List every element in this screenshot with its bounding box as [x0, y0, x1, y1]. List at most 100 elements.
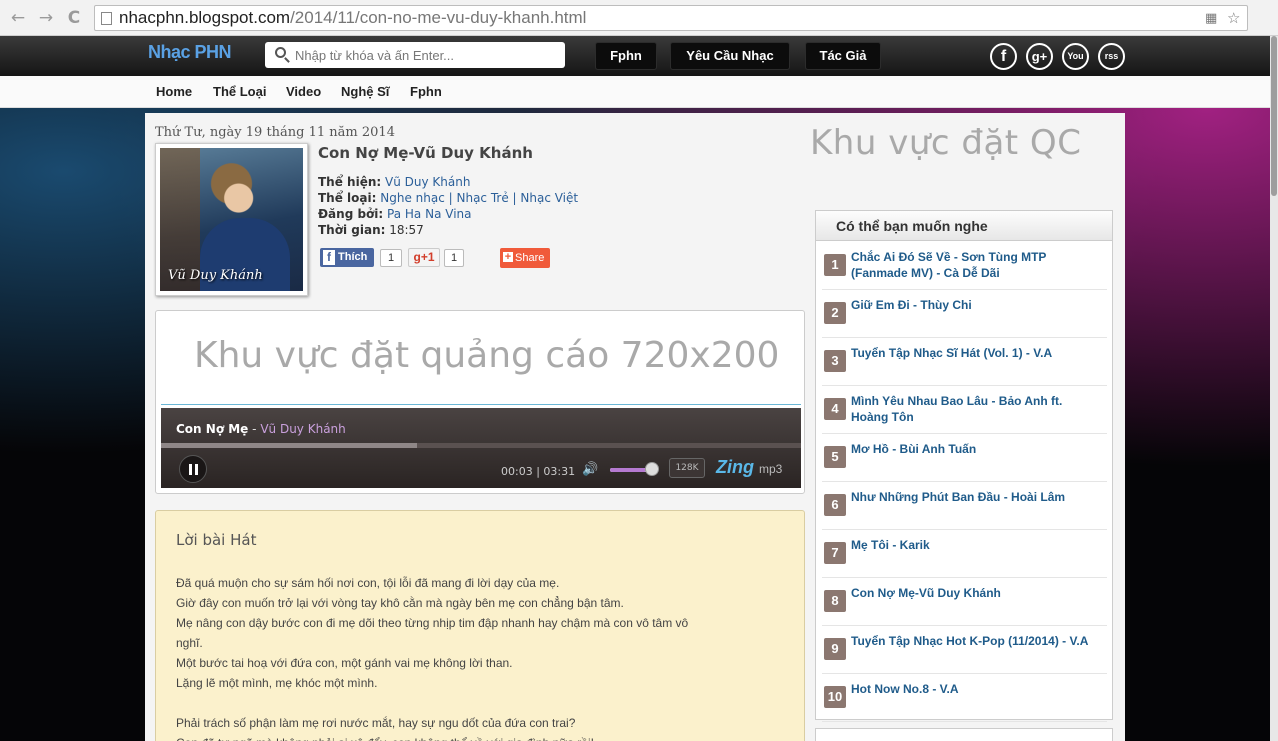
- menu-item-artists[interactable]: Nghệ Sĩ: [341, 84, 389, 99]
- suggested-item-link[interactable]: Như Những Phút Ban Đầu - Hoài Lâm: [851, 489, 1101, 505]
- youtube-icon[interactable]: You: [1062, 43, 1089, 70]
- sidebar-widget-next: [815, 728, 1113, 741]
- suggested-item[interactable]: 6 Như Những Phút Ban Đầu - Hoài Lâm: [822, 482, 1107, 530]
- volume-icon[interactable]: 🔊: [582, 462, 598, 477]
- playback-time: 00:03 | 03:31: [501, 465, 576, 478]
- reload-button[interactable]: C: [64, 8, 84, 28]
- zing-suffix: mp3: [759, 462, 783, 476]
- forward-button[interactable]: →: [36, 8, 56, 28]
- progress-fill: [161, 443, 417, 448]
- genre-links[interactable]: Nghe nhạc | Nhạc Trẻ | Nhạc Việt: [380, 191, 578, 205]
- suggested-item-link[interactable]: Chắc Ai Đó Sẽ Về - Sơn Tùng MTP (Fanmade…: [851, 249, 1101, 281]
- menu-item-video[interactable]: Video: [286, 84, 321, 99]
- post-time: 18:57: [389, 223, 424, 237]
- suggested-item-link[interactable]: Mình Yêu Nhau Bao Lâu - Bảo Anh ft. Hoàn…: [851, 393, 1101, 425]
- lyrics-title: Lời bài Hát: [176, 531, 257, 549]
- suggested-item[interactable]: 2 Giữ Em Đi - Thùy Chi: [822, 290, 1107, 338]
- menu-item-home[interactable]: Home: [156, 84, 192, 99]
- player-song: Con Nợ Mẹ: [176, 422, 249, 436]
- suggested-item[interactable]: 4 Mình Yêu Nhau Bao Lâu - Bảo Anh ft. Hoà…: [822, 386, 1107, 434]
- header-button-request[interactable]: Yêu Cầu Nhạc: [670, 42, 790, 70]
- zing-mp3-logo[interactable]: Zing mp3: [716, 457, 782, 478]
- suggested-item-link[interactable]: Con Nợ Mẹ-Vũ Duy Khánh: [851, 585, 1101, 601]
- share-button[interactable]: Share: [500, 248, 550, 268]
- side-ad-placeholder: Khu vực đặt QC: [810, 123, 1082, 163]
- meta-genre: Thể loại: Nghe nhạc | Nhạc Trẻ | Nhạc Vi…: [318, 191, 578, 205]
- suggested-item-number: 4: [824, 398, 846, 420]
- player-separator: -: [252, 422, 257, 436]
- suggested-songs: Có thể bạn muốn nghe 1 Chắc Ai Đó Sẽ Về -…: [815, 210, 1113, 722]
- meta-poster: Đăng bởi: Pa Ha Na Vina: [318, 207, 472, 221]
- suggested-item-link[interactable]: Hot Now No.8 - V.A: [851, 681, 1101, 697]
- like-count: 1: [380, 249, 402, 267]
- poster-link[interactable]: Pa Ha Na Vina: [387, 207, 471, 221]
- lyrics-line: Một bước tai hoạ với đứa con, một gánh v…: [176, 656, 513, 670]
- browser-toolbar: ← → C nhacphn.blogspot.com/2014/11/con-n…: [0, 0, 1278, 36]
- album-cover[interactable]: Vũ Duy Khánh: [155, 143, 308, 296]
- suggested-item[interactable]: 10 Hot Now No.8 - V.A: [822, 674, 1107, 722]
- scrollbar[interactable]: [1270, 36, 1278, 741]
- google-plus-icon[interactable]: g+: [1026, 43, 1053, 70]
- player-artist[interactable]: Vũ Duy Khánh: [260, 422, 345, 436]
- lyrics-line: [176, 693, 716, 713]
- header-button-author[interactable]: Tác Giả: [805, 42, 881, 70]
- rss-icon[interactable]: rss: [1098, 43, 1125, 70]
- lyrics-line: Mẹ nâng con dậy bước con đi mẹ dõi theo …: [176, 616, 689, 630]
- site-logo[interactable]: Nhạc PHN: [148, 42, 232, 63]
- suggested-item[interactable]: 7 Mẹ Tôi - Karik: [822, 530, 1107, 578]
- suggested-item-link[interactable]: Giữ Em Đi - Thùy Chi: [851, 297, 1101, 313]
- artist-link[interactable]: Vũ Duy Khánh: [385, 175, 470, 189]
- suggested-item-number: 10: [824, 686, 846, 708]
- post-date: Thứ Tư, ngày 19 tháng 11 năm 2014: [155, 125, 395, 140]
- lyrics-line: Lặng lẽ một mình, mẹ khóc một mình.: [176, 676, 378, 690]
- url-path: /2014/11/con-no-me-vu-duy-khanh.html: [290, 8, 587, 27]
- suggested-item[interactable]: 5 Mơ Hồ - Bùi Anh Tuấn: [822, 434, 1107, 482]
- facebook-like-button[interactable]: Thích: [320, 248, 374, 267]
- url-text[interactable]: nhacphn.blogspot.com/2014/11/con-no-me-v…: [119, 8, 586, 28]
- suggested-item-number: 1: [824, 254, 846, 276]
- suggested-item[interactable]: 3 Tuyển Tập Nhạc Sĩ Hát (Vol. 1) - V.A: [822, 338, 1107, 386]
- now-playing: Con Nợ Mẹ - Vũ Duy Khánh: [176, 422, 346, 436]
- search-icon: [275, 47, 286, 58]
- translate-icon[interactable]: ▦: [1205, 11, 1217, 26]
- suggested-item-link[interactable]: Mẹ Tôi - Karik: [851, 537, 1101, 553]
- gplus-count: 1: [444, 249, 464, 267]
- google-plus-one-button[interactable]: g+1: [408, 248, 440, 267]
- music-player: Con Nợ Mẹ - Vũ Duy Khánh 00:03 | 03:31 🔊…: [161, 408, 801, 488]
- header-button-fphn[interactable]: Fphn: [595, 42, 657, 70]
- cover-image: Vũ Duy Khánh: [160, 148, 303, 291]
- bookmark-star-icon[interactable]: ☆: [1227, 9, 1240, 27]
- suggested-item-number: 6: [824, 494, 846, 516]
- suggested-item-link[interactable]: Mơ Hồ - Bùi Anh Tuấn: [851, 441, 1101, 457]
- menu-item-fphn[interactable]: Fphn: [410, 84, 442, 99]
- lyrics-line: Giờ đây con muốn trở lại với vòng tay kh…: [176, 596, 624, 610]
- suggested-item[interactable]: 1 Chắc Ai Đó Sẽ Về - Sơn Tùng MTP (Fanmad…: [822, 242, 1107, 290]
- quality-button[interactable]: 128K: [669, 458, 705, 478]
- search-input[interactable]: [295, 45, 557, 65]
- address-bar[interactable]: nhacphn.blogspot.com/2014/11/con-no-me-v…: [94, 5, 1248, 31]
- lyrics-line: Đã quá muộn cho sự sám hối nơi con, tội …: [176, 576, 560, 590]
- suggested-item-number: 3: [824, 350, 846, 372]
- url-domain: nhacphn.blogspot.com: [119, 8, 291, 27]
- pause-button[interactable]: [179, 455, 207, 483]
- volume-knob[interactable]: [645, 462, 659, 476]
- meta-label: Thể hiện:: [318, 175, 382, 189]
- volume-fill: [610, 468, 646, 472]
- scrollbar-thumb[interactable]: [1271, 36, 1277, 196]
- suggested-item[interactable]: 9 Tuyển Tập Nhạc Hot K-Pop (11/2014) - V.…: [822, 626, 1107, 674]
- back-button[interactable]: ←: [8, 8, 28, 28]
- meta-label: Đăng bởi:: [318, 207, 384, 221]
- suggested-item-link[interactable]: Tuyển Tập Nhạc Sĩ Hát (Vol. 1) - V.A: [851, 345, 1101, 361]
- suggested-item-link[interactable]: Tuyển Tập Nhạc Hot K-Pop (11/2014) - V.A: [851, 633, 1101, 649]
- progress-bar[interactable]: [161, 443, 801, 448]
- zing-brand: Zing: [716, 457, 754, 477]
- suggested-title: Có thể bạn muốn nghe: [816, 211, 1112, 241]
- lyrics-line: Con đã tự ngã mà không phải ai xô đẩy, c…: [176, 733, 716, 741]
- lyrics-line: nghĩ.: [176, 636, 203, 650]
- suggested-item[interactable]: 8 Con Nợ Mẹ-Vũ Duy Khánh: [822, 578, 1107, 626]
- facebook-icon[interactable]: f: [990, 43, 1017, 70]
- main-content: Thứ Tư, ngày 19 tháng 11 năm 2014 Vũ Duy…: [145, 113, 1125, 741]
- meta-label: Thời gian:: [318, 223, 386, 237]
- cover-caption: Vũ Duy Khánh: [168, 268, 263, 283]
- menu-item-genres[interactable]: Thể Loại: [213, 84, 266, 99]
